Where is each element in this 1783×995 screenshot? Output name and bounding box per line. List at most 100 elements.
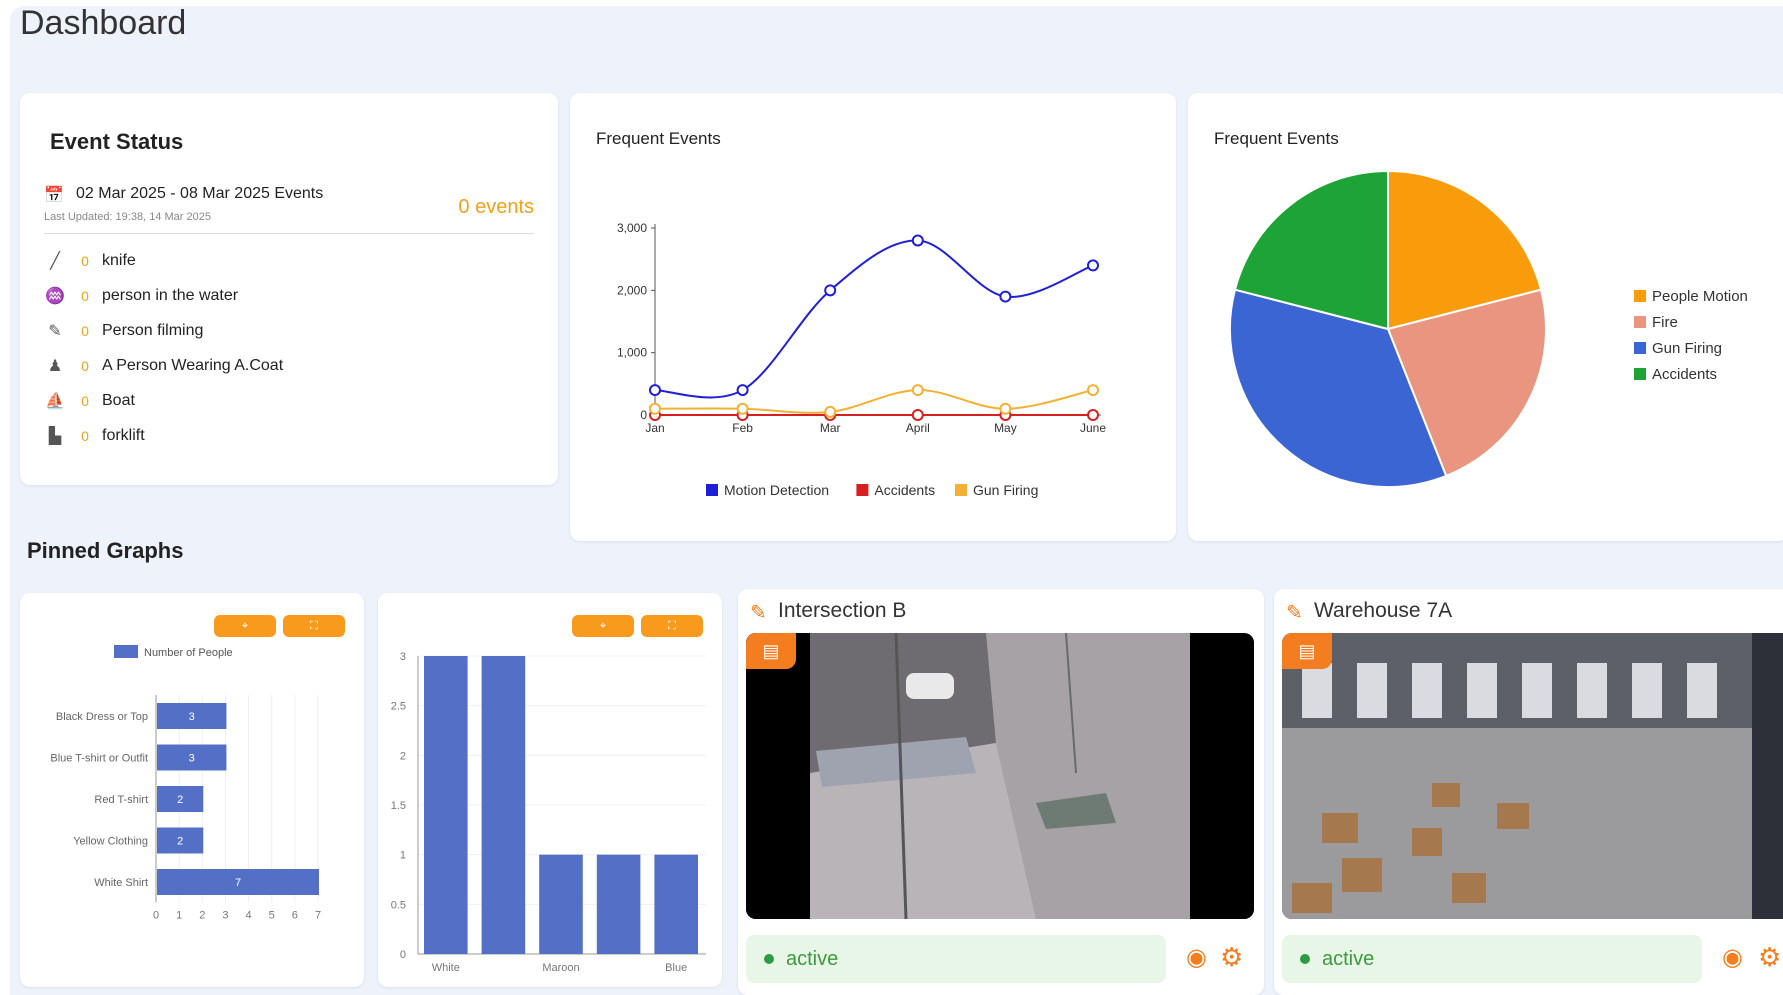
legend-label: People Motion — [1652, 288, 1748, 305]
x-tick-label: Maroon — [542, 962, 579, 974]
data-point — [999, 402, 1012, 415]
edit-icon[interactable]: ✎ — [750, 600, 767, 625]
legend-label: Number of People — [144, 647, 233, 659]
y-tick-label: 2.5 — [391, 701, 406, 713]
data-point — [999, 290, 1012, 303]
event-status-title: Event Status — [50, 129, 184, 154]
camera-status: active — [746, 935, 1166, 983]
x-tick-label: 6 — [292, 910, 298, 922]
legend-swatch — [1634, 368, 1646, 380]
event-count: 0 — [81, 322, 89, 339]
camera-card-warehouse: ✎ Warehouse 7A ▤ active ◉ ⚙ — [1274, 589, 1783, 995]
pie-chart: People Motion Fire Gun Firing Accidents — [1229, 169, 1748, 488]
layers-button[interactable]: ▤ — [1282, 633, 1332, 669]
status-label: active — [786, 947, 839, 970]
event-status-card: Event Status 📅 02 Mar 2025 - 08 Mar 2025… — [20, 93, 558, 485]
camera-feed-image — [1282, 633, 1783, 919]
page-title: Dashboard — [20, 6, 187, 42]
x-tick-label: 2 — [199, 910, 205, 922]
data-point — [1087, 384, 1099, 397]
bar — [481, 656, 526, 954]
x-tick-label: 3 — [222, 910, 228, 922]
data-point — [824, 284, 837, 297]
x-tick-label: Blue — [665, 962, 687, 974]
gear-icon[interactable]: ⚙ — [1758, 942, 1781, 973]
legend-label: Motion Detection — [724, 482, 829, 498]
camera-title: Intersection B — [778, 599, 907, 622]
x-tick-label: 1 — [176, 910, 182, 922]
y-tick-label: 3,000 — [617, 221, 647, 235]
events-count: 0 events — [458, 196, 534, 218]
data-point — [1087, 259, 1099, 272]
y-tick-label: 0 — [640, 408, 647, 422]
bar-value-label: 3 — [189, 753, 195, 765]
gear-icon[interactable]: ⚙ — [1220, 942, 1243, 973]
legend-swatch — [856, 484, 869, 496]
data-point — [911, 384, 924, 397]
event-row: ♒ 0 person in the water — [42, 278, 283, 313]
legend-swatch — [1634, 316, 1646, 328]
x-tick-label: June — [1080, 421, 1106, 435]
y-tick-label: 1 — [400, 850, 406, 862]
y-tick-label: 1,000 — [617, 346, 647, 360]
event-label: person in the water — [102, 286, 239, 304]
y-tick-label: 1.5 — [391, 800, 406, 812]
bar — [424, 656, 468, 954]
pie-chart-card: Frequent Events People Motion Fire Gun Fir… — [1188, 93, 1783, 541]
data-point — [649, 384, 661, 397]
event-label: A Person Wearing A.Coat — [102, 356, 284, 374]
legend-label: Gun Firing — [1652, 340, 1722, 357]
event-count: 0 — [81, 357, 89, 374]
event-label: forklift — [102, 426, 145, 444]
camera-card-intersection: ✎ Intersection B ▤ active ◉ ⚙ — [738, 589, 1264, 995]
pinned-graph-colors: ⌖ ⛶ 0 0.5 1 1.5 2 2.5 3 White Maroon Blue — [378, 593, 722, 987]
edit-icon[interactable]: ✎ — [1286, 600, 1303, 625]
calendar-icon: 📅 — [44, 187, 64, 204]
status-dot-icon — [764, 954, 774, 964]
coat-person-icon: ♟ — [47, 357, 63, 375]
y-tick-label: 3 — [400, 651, 406, 663]
event-date-range: 02 Mar 2025 - 08 Mar 2025 Events — [76, 185, 324, 202]
data-point — [736, 384, 749, 397]
boat-icon: ⛵ — [45, 392, 65, 410]
event-row: ╱ 0 knife — [42, 243, 283, 278]
y-tick-label: Blue T-shirt or Outfit — [50, 753, 148, 765]
camera-feed-image — [746, 633, 1254, 919]
event-list: ╱ 0 knife ♒ 0 person in the water ✎ 0 Person fil… — [42, 243, 283, 453]
legend-swatch — [955, 484, 967, 496]
event-label: Boat — [102, 391, 135, 409]
legend-swatch — [1634, 290, 1646, 302]
y-tick-label: 2,000 — [617, 283, 647, 297]
series-line — [654, 389, 1094, 414]
last-updated: Last Updated: 19:38, 14 Mar 2025 — [44, 211, 211, 223]
eye-icon[interactable]: ◉ — [1722, 943, 1743, 972]
x-tick-label: April — [906, 421, 930, 435]
event-row: ♟ 0 A Person Wearing A.Coat — [42, 348, 283, 383]
camera-person-icon: ✎ — [48, 322, 62, 340]
bar — [654, 854, 698, 954]
legend-label: Fire — [1652, 314, 1678, 331]
eye-icon[interactable]: ◉ — [1186, 943, 1207, 972]
y-tick-label: Yellow Clothing — [73, 836, 148, 848]
y-tick-label: Red T-shirt — [94, 794, 148, 806]
x-tick-label: 4 — [246, 910, 252, 922]
x-tick-label: May — [994, 421, 1017, 435]
event-count: 0 — [81, 287, 89, 304]
camera-feed[interactable]: ▤ — [746, 633, 1254, 919]
bar-value-label: 2 — [177, 794, 183, 806]
bar-value-label: 3 — [189, 711, 195, 723]
legend-swatch — [1634, 342, 1646, 354]
layers-button[interactable]: ▤ — [746, 633, 796, 669]
event-count: 0 — [81, 392, 89, 409]
bar-value-label: 2 — [177, 836, 183, 848]
camera-status: active — [1282, 935, 1702, 983]
y-tick-label: White Shirt — [94, 877, 148, 889]
legend-label: Accidents — [1652, 366, 1717, 383]
pinned-graph-people: ⌖ ⛶ 0 1 2 3 4 5 6 7 3 Black Dress or Top 3 Blue T-s… — [20, 593, 364, 987]
y-tick-label: 0 — [400, 949, 406, 961]
y-tick-label: 2 — [400, 750, 406, 762]
legend-swatch — [706, 484, 718, 496]
camera-feed[interactable]: ▤ — [1282, 633, 1783, 919]
bar-value-label: 7 — [235, 877, 241, 889]
knife-icon: ╱ — [50, 252, 60, 270]
